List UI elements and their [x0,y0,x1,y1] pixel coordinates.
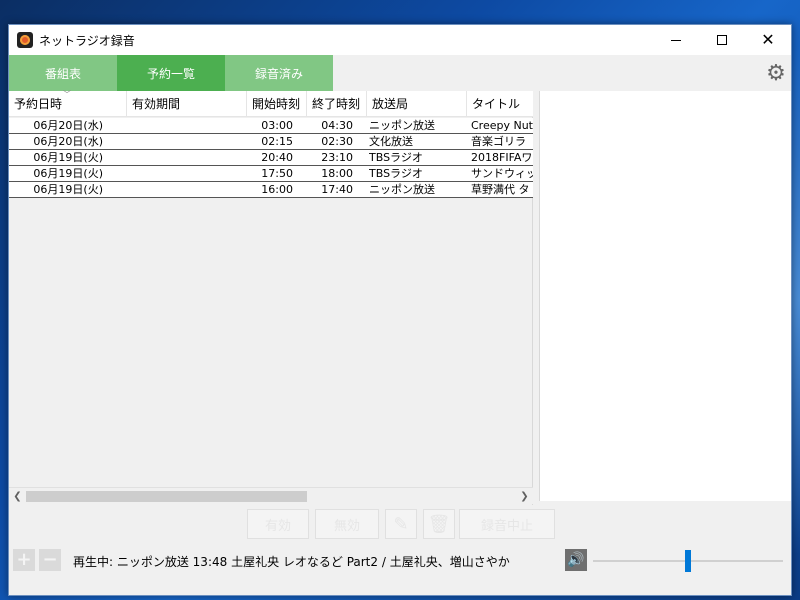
minus-icon: − [42,549,58,570]
cell-title: Creepy Nuts [471,119,533,132]
column-header-end[interactable]: 終了時刻 [307,91,367,117]
column-header-station[interactable]: 放送局 [367,91,467,117]
cell-station: 文化放送 [369,135,413,148]
now-playing-status: 再生中: ニッポン放送 13:48 土屋礼央 レオなるど Part2 / 土屋礼… [73,555,510,569]
table-row[interactable]: 06月19日(火) 17:50 18:00 TBSラジオ サンドウィッチ [9,166,533,182]
cell-date: 06月19日(火) [33,183,103,196]
tab-reservations[interactable]: 予約一覧 [117,55,225,91]
column-header-title[interactable]: タイトル [467,91,533,117]
scroll-left-icon[interactable]: ❮ [9,488,26,505]
tab-bar: 番組表 予約一覧 録音済み [9,55,791,91]
cell-end: 17:40 [321,183,353,196]
cell-start: 16:00 [261,183,293,196]
minimize-icon [671,39,681,41]
edit-icon: ✎ [393,513,409,535]
cell-title: 草野满代 タ [471,183,530,196]
maximize-button[interactable] [699,25,745,55]
table-body: 06月20日(水) 03:00 04:30 ニッポン放送 Creepy Nuts… [9,118,533,198]
window-title: ネットラジオ録音 [39,34,135,48]
title-bar: ネットラジオ録音 ✕ [9,25,791,55]
close-icon: ✕ [761,30,775,49]
table-row[interactable]: 06月20日(水) 03:00 04:30 ニッポン放送 Creepy Nuts [9,118,533,134]
edit-button[interactable]: ✎ [385,509,417,539]
cell-date: 06月19日(火) [33,167,103,180]
cell-end: 23:10 [321,151,353,164]
cell-end: 04:30 [321,119,353,132]
table-header: 予約日時 ﹀ 有効期間 開始時刻 終了時刻 放送局 タイトル [9,91,533,117]
remove-button[interactable]: − [39,549,61,571]
table-row[interactable]: 06月19日(火) 16:00 17:40 ニッポン放送 草野满代 タ [9,182,533,198]
plus-icon: + [16,549,32,570]
disable-button[interactable]: 無効 [315,509,379,539]
table-row[interactable]: 06月20日(水) 02:15 02:30 文化放送 音楽ゴリラ [9,134,533,150]
enable-button[interactable]: 有効 [247,509,309,539]
cell-date: 06月20日(水) [33,119,103,132]
table-row[interactable]: 06月19日(火) 20:40 23:10 TBSラジオ 2018FIFAワー [9,150,533,166]
delete-button[interactable]: 🗑 [423,509,455,539]
cell-start: 02:15 [261,135,293,148]
speaker-icon[interactable]: 🔊 [565,549,587,571]
column-header-start[interactable]: 開始時刻 [247,91,307,117]
cell-start: 03:00 [261,119,293,132]
scroll-right-icon[interactable]: ❯ [516,488,533,505]
trash-icon: 🗑 [427,513,451,535]
tab-program-guide[interactable]: 番組表 [9,55,117,91]
cell-date: 06月20日(水) [33,135,103,148]
radio-app-icon [17,32,33,48]
cell-title: 音楽ゴリラ [471,135,526,148]
tab-recorded[interactable]: 録音済み [225,55,333,91]
app-window: ネットラジオ録音 ✕ 番組表 予約一覧 録音済み ⚙ 予約日時 ﹀ 有効期間 開… [8,24,792,596]
scrollbar-thumb[interactable] [26,491,307,502]
cell-title: 2018FIFAワー [471,151,533,164]
detail-panel [539,91,791,501]
cell-station: TBSラジオ [369,151,423,164]
cell-date: 06月19日(火) [33,151,103,164]
sort-descending-icon: ﹀ [63,90,71,99]
volume-slider-thumb[interactable] [685,550,691,572]
maximize-icon [717,35,727,45]
minimize-button[interactable] [653,25,699,55]
cell-start: 17:50 [261,167,293,180]
close-button[interactable]: ✕ [745,25,791,55]
column-header-period[interactable]: 有効期間 [127,91,247,117]
cell-title: サンドウィッチ [471,167,533,180]
add-button[interactable]: + [13,549,35,571]
cell-end: 02:30 [321,135,353,148]
cell-station: TBSラジオ [369,167,423,180]
stop-recording-button[interactable]: 録音中止 [459,509,555,539]
horizontal-scrollbar[interactable]: ❮ ❯ [9,487,533,504]
cell-start: 20:40 [261,151,293,164]
gear-icon[interactable]: ⚙ [765,63,787,85]
cell-end: 18:00 [321,167,353,180]
cell-station: ニッポン放送 [369,183,435,196]
reservation-list: 予約日時 ﹀ 有効期間 開始時刻 終了時刻 放送局 タイトル 06月20日(水)… [9,91,533,505]
cell-station: ニッポン放送 [369,119,435,132]
